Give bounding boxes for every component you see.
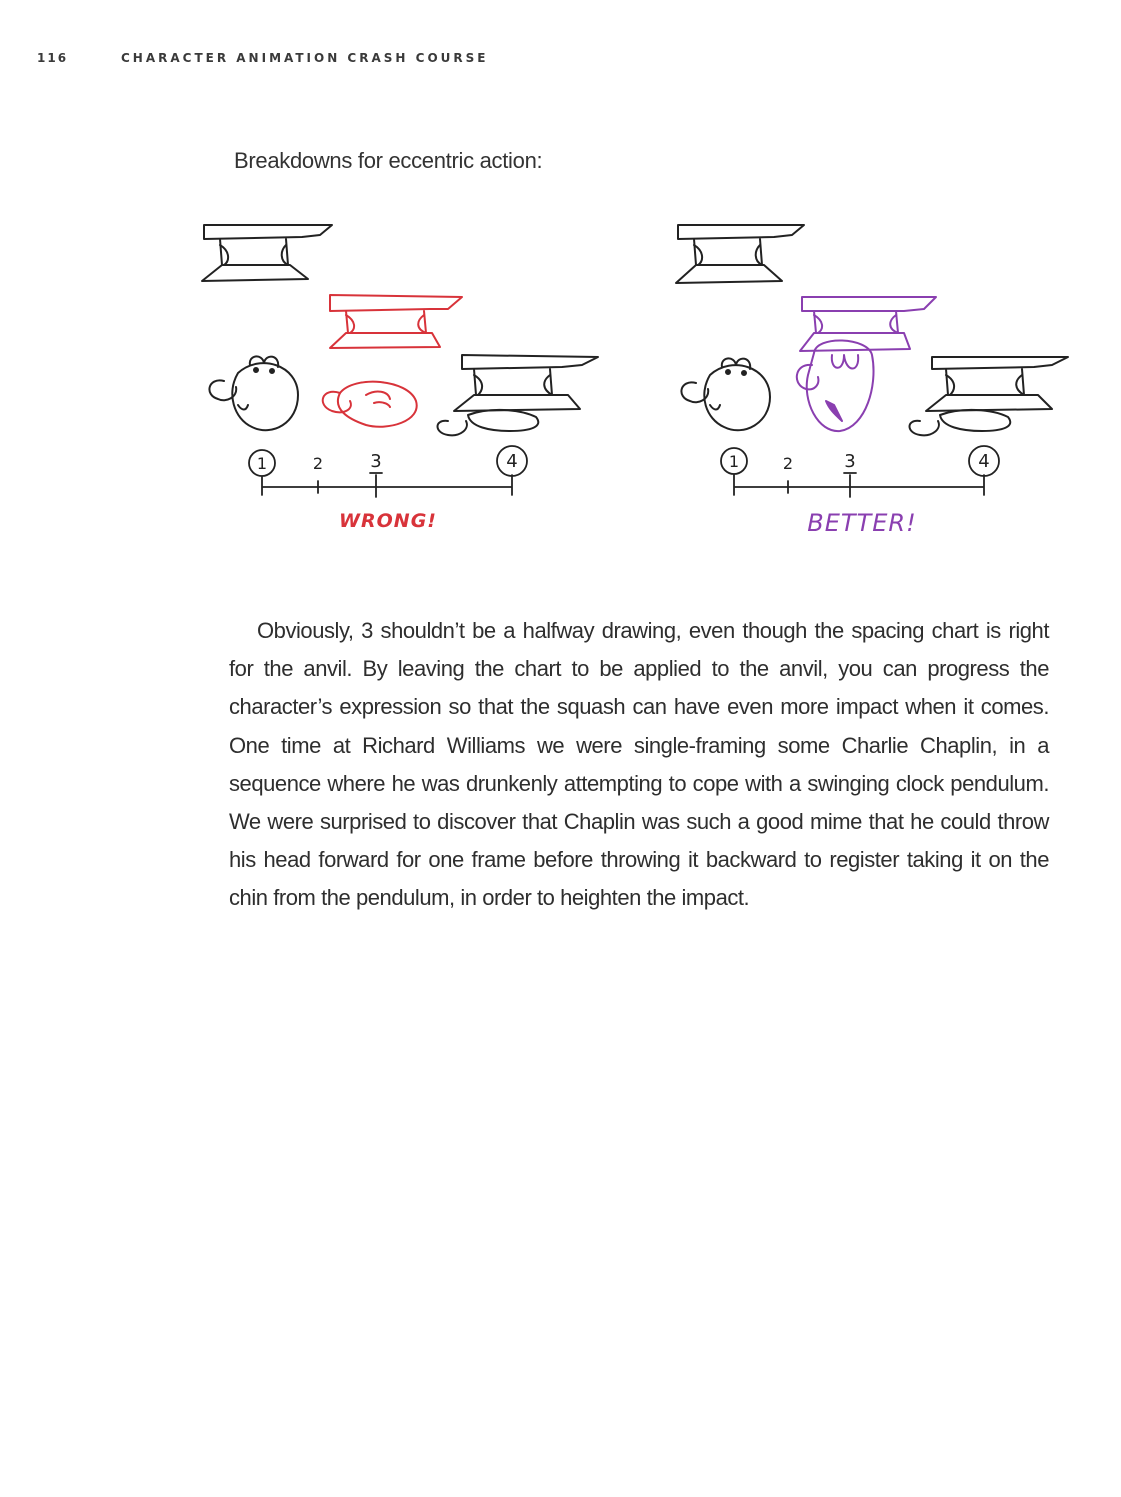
running-head: 116 CHARACTER ANIMATION CRASH COURSE: [37, 51, 488, 65]
spacing-chart-wrong: [248, 445, 528, 498]
spacing-chart-better: [720, 445, 1000, 498]
tick-label: 2: [783, 454, 793, 473]
tick-label: 4: [506, 451, 517, 472]
anvil-drawing-2: [329, 294, 463, 349]
verdict-label-wrong: WRONG!: [339, 510, 437, 532]
anvil-drawing-1: [201, 224, 333, 282]
tick-label: 3: [370, 451, 381, 472]
tick-label: 1: [257, 454, 267, 473]
tick-label: 3: [844, 451, 855, 472]
character-head-2: [321, 380, 418, 428]
figure-caption: Breakdowns for eccentric action:: [234, 148, 543, 173]
anvil-drawing-2: [799, 296, 937, 352]
body-paragraph: Obviously, 3 shouldn’t be a halfway draw…: [229, 618, 1049, 911]
page-number: 116: [37, 51, 69, 65]
tick-label: 1: [729, 452, 739, 471]
character-head-1: [208, 355, 299, 432]
verdict-label-better: BETTER!: [807, 509, 916, 537]
character-head-3: [436, 408, 540, 437]
anvil-drawing-1: [675, 224, 805, 284]
tick-label: 2: [313, 454, 323, 473]
anvil-drawing-3: [925, 356, 1069, 412]
figure-wrong: 1 2 3 4 WRONG!: [201, 224, 599, 532]
anvil-drawing-3: [453, 354, 599, 412]
tick-label: 4: [978, 451, 989, 472]
character-head-1: [680, 357, 771, 432]
breakdown-illustration: 1 2 3 4 WRONG! 1 2 3 4 BETTER!: [201, 224, 1069, 537]
figure-better: 1 2 3 4 BETTER!: [675, 224, 1069, 537]
character-head-3: [908, 408, 1012, 437]
character-head-2: [796, 339, 875, 433]
running-title: CHARACTER ANIMATION CRASH COURSE: [121, 51, 489, 65]
